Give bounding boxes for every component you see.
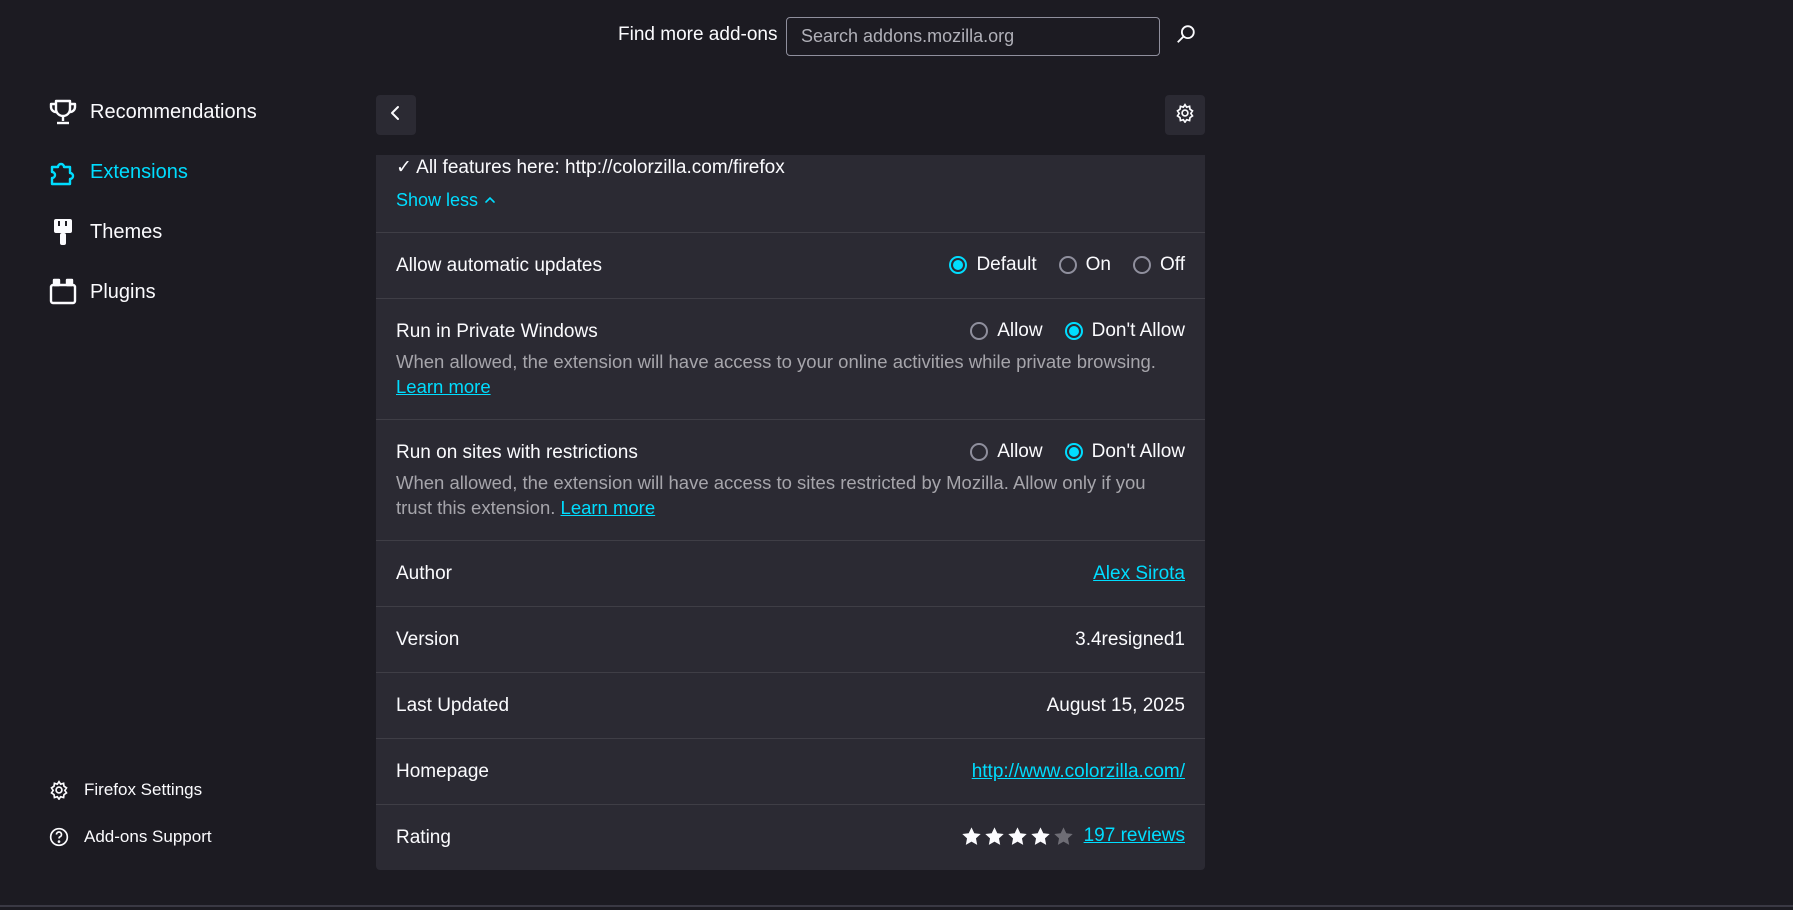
description-text: When allowed, the extension will have ac… xyxy=(396,351,1156,372)
reviews-link[interactable]: 197 reviews xyxy=(1084,825,1185,847)
addons-manager-page: Recommendations Extensions Themes Plugin… xyxy=(0,0,1793,910)
radio-label: Don't Allow xyxy=(1091,441,1185,462)
author-link[interactable]: Alex Sirota xyxy=(1093,563,1185,585)
rating-label: Rating xyxy=(396,827,451,848)
sidebar-item-extensions[interactable]: Extensions xyxy=(48,152,188,192)
trophy-icon xyxy=(48,97,78,127)
gear-icon xyxy=(48,779,70,801)
radio-circle[interactable] xyxy=(1133,256,1151,274)
radio-on[interactable]: On xyxy=(1058,254,1111,276)
find-more-addons-label: Find more add-ons xyxy=(618,24,778,45)
radio-allow[interactable]: Allow xyxy=(970,320,1043,342)
radio-circle[interactable] xyxy=(970,322,989,340)
show-less-button[interactable]: Show less xyxy=(396,190,496,211)
restricted-sites-row: Run on sites with restrictions Allow Don… xyxy=(376,419,1205,540)
plugin-icon xyxy=(48,277,78,307)
radio-dont-allow[interactable]: Don't Allow xyxy=(1064,441,1185,463)
search-icon xyxy=(1175,23,1197,50)
star-filled-icon xyxy=(984,826,1004,845)
rating-row: Rating 197 reviews xyxy=(376,804,1205,870)
radio-label: Don't Allow xyxy=(1091,320,1185,341)
sidebar-item-recommendations[interactable]: Recommendations xyxy=(48,92,257,132)
radio-circle[interactable] xyxy=(970,443,989,461)
rating-value: 197 reviews xyxy=(961,825,1185,847)
learn-more-link[interactable]: Learn more xyxy=(561,497,656,518)
auto-updates-title: Allow automatic updates xyxy=(396,255,602,276)
addon-details-card: ✓ All features here: http://colorzilla.c… xyxy=(376,155,1205,870)
radio-allow[interactable]: Allow xyxy=(970,441,1043,463)
radio-label: On xyxy=(1085,254,1111,275)
sidebar: Recommendations Extensions Themes Plugin… xyxy=(0,0,340,910)
private-windows-options: Allow Don't Allow xyxy=(970,320,1185,342)
private-windows-description: When allowed, the extension will have ac… xyxy=(396,349,1186,399)
radio-label: Allow xyxy=(997,441,1043,462)
auto-updates-row: Allow automatic updates Default On Off xyxy=(376,232,1205,298)
back-button[interactable] xyxy=(376,95,416,135)
radio-circle[interactable] xyxy=(949,256,968,274)
rating-stars xyxy=(961,826,1074,847)
private-windows-row: Run in Private Windows Allow Don't Allow… xyxy=(376,298,1205,419)
sidebar-item-plugins[interactable]: Plugins xyxy=(48,272,156,312)
show-less-label: Show less xyxy=(396,190,479,210)
sidebar-item-themes[interactable]: Themes xyxy=(48,212,162,252)
tools-menu-button[interactable] xyxy=(1165,95,1205,135)
author-row: Author Alex Sirota xyxy=(376,540,1205,606)
radio-circle[interactable] xyxy=(1058,256,1077,274)
version-value: 3.4resigned1 xyxy=(1075,629,1185,650)
star-empty-icon xyxy=(1053,826,1073,845)
puzzle-icon xyxy=(48,157,78,187)
sidebar-item-label: Extensions xyxy=(90,160,188,183)
learn-more-link[interactable]: Learn more xyxy=(396,376,491,397)
bottom-divider xyxy=(0,905,1793,907)
gear-icon xyxy=(1175,102,1195,128)
help-icon xyxy=(48,826,70,848)
homepage-link[interactable]: http://www.colorzilla.com/ xyxy=(972,761,1185,783)
homepage-row: Homepage http://www.colorzilla.com/ xyxy=(376,738,1205,804)
chevron-left-icon xyxy=(388,105,404,126)
restricted-sites-title: Run on sites with restrictions xyxy=(396,442,638,463)
footer-item-label: Add-ons Support xyxy=(84,827,212,846)
restricted-sites-description: When allowed, the extension will have ac… xyxy=(396,470,1186,520)
last-updated-value: August 15, 2025 xyxy=(1046,695,1185,716)
radio-circle[interactable] xyxy=(1064,443,1083,461)
radio-label: Allow xyxy=(997,320,1043,341)
sidebar-item-label: Plugins xyxy=(90,280,156,303)
star-filled-icon xyxy=(1030,826,1050,845)
homepage-label: Homepage xyxy=(396,761,489,782)
addons-support-link[interactable]: Add-ons Support xyxy=(48,822,212,852)
footer-item-label: Firefox Settings xyxy=(84,780,203,799)
feature-line: ✓ All features here: http://colorzilla.c… xyxy=(396,157,785,178)
last-updated-row: Last Updated August 15, 2025 xyxy=(376,672,1205,738)
firefox-settings-link[interactable]: Firefox Settings xyxy=(48,775,202,805)
brush-icon xyxy=(48,217,78,247)
auto-updates-options: Default On Off xyxy=(949,254,1185,276)
radio-circle[interactable] xyxy=(1064,322,1083,340)
private-windows-title: Run in Private Windows xyxy=(396,321,598,342)
star-filled-icon xyxy=(1007,826,1027,845)
radio-label: Default xyxy=(976,254,1037,275)
version-row: Version 3.4resigned1 xyxy=(376,606,1205,672)
restricted-sites-options: Allow Don't Allow xyxy=(970,441,1185,463)
search-button[interactable] xyxy=(1172,22,1200,50)
sidebar-item-label: Themes xyxy=(90,220,163,243)
search-input[interactable] xyxy=(786,17,1160,56)
star-filled-icon xyxy=(961,826,981,845)
description-text: When allowed, the extension will have ac… xyxy=(396,472,1146,518)
sidebar-item-label: Recommendations xyxy=(90,100,257,123)
radio-default[interactable]: Default xyxy=(949,254,1037,276)
radio-dont-allow[interactable]: Don't Allow xyxy=(1064,320,1185,342)
last-updated-label: Last Updated xyxy=(396,695,510,716)
radio-off[interactable]: Off xyxy=(1133,254,1185,276)
version-label: Version xyxy=(396,629,460,650)
chevron-up-icon xyxy=(484,190,496,211)
author-label: Author xyxy=(396,563,452,584)
radio-label: Off xyxy=(1160,254,1185,275)
